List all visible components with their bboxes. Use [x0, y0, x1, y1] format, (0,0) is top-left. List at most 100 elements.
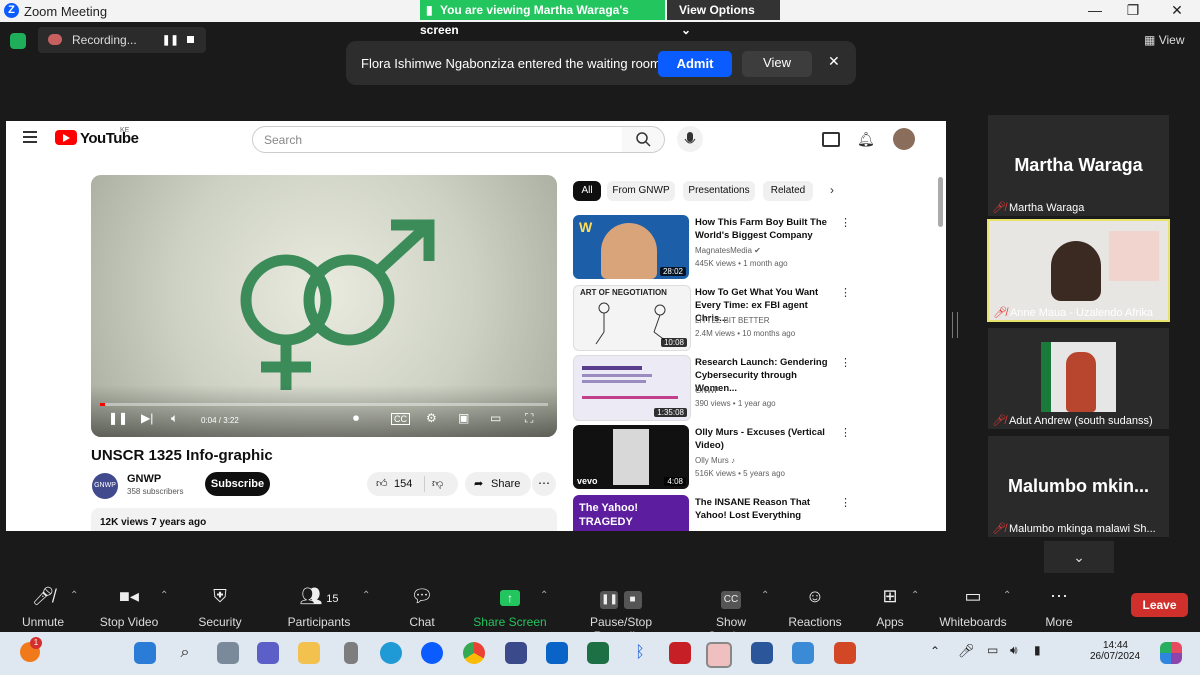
- task-view-icon[interactable]: [217, 642, 239, 664]
- system-clock[interactable]: 14:44 26/07/2024: [1090, 640, 1140, 662]
- recommendation-thumbnail[interactable]: W 28:02: [573, 215, 689, 279]
- chat-button[interactable]: 💬︎ Chat: [382, 584, 462, 629]
- pause-recording-button[interactable]: ❚❚: [162, 35, 179, 46]
- recommendation-thumbnail[interactable]: ART OF NEGOTIATION 10:08: [573, 285, 691, 351]
- hamburger-menu-icon[interactable]: [23, 131, 37, 146]
- teams-icon[interactable]: [257, 642, 279, 664]
- chip-presentations[interactable]: Presentations: [683, 181, 755, 201]
- dev-tool-icon[interactable]: [505, 642, 527, 664]
- reactions-button[interactable]: ☺︎ Reactions: [775, 584, 855, 629]
- security-button[interactable]: ⛨ Security: [180, 584, 260, 629]
- description-box[interactable]: 12K views 7 years ago: [91, 508, 557, 531]
- pause-button[interactable]: ❚❚: [108, 411, 128, 425]
- chip-related[interactable]: Related: [763, 181, 813, 201]
- stop-video-button[interactable]: ■◂ Stop Video: [89, 584, 169, 629]
- stop-recording-button[interactable]: [187, 36, 194, 43]
- excel-icon[interactable]: [587, 642, 609, 664]
- search-input[interactable]: Search: [252, 126, 624, 153]
- zoom-icon[interactable]: [421, 642, 443, 664]
- page-scrollbar[interactable]: [938, 177, 943, 227]
- speaker-icon[interactable]: 🔊︎: [1010, 643, 1018, 658]
- view-waiting-room-button[interactable]: View: [742, 51, 812, 77]
- create-icon[interactable]: [822, 132, 840, 147]
- kebab-menu-icon[interactable]: ⋮: [840, 286, 851, 299]
- leave-button[interactable]: Leave: [1131, 593, 1188, 617]
- view-options-button[interactable]: View Options ⌄: [667, 0, 780, 37]
- chrome-icon[interactable]: [463, 642, 485, 664]
- recommendation-channel[interactable]: LITTLE BIT BETTER: [695, 316, 770, 325]
- recommendation-title[interactable]: How This Farm Boy Built The World's Bigg…: [695, 216, 833, 242]
- fullscreen-icon[interactable]: ⛶: [525, 411, 533, 426]
- participants-button[interactable]: 👥︎ 15 Participants: [279, 584, 359, 629]
- youtube-brand[interactable]: YouTube: [80, 130, 139, 147]
- network-icon[interactable]: ▭: [987, 643, 998, 657]
- acrobat-icon[interactable]: [669, 642, 691, 664]
- recommendation-title[interactable]: The INSANE Reason That Yahoo! Lost Every…: [695, 496, 833, 522]
- participant-tile-adut-andrew[interactable]: 🎤︎̸ Adut Andrew (south sudanss): [988, 328, 1169, 429]
- gallery-resize-handle[interactable]: [952, 312, 958, 338]
- recommendation-thumbnail[interactable]: vevo 4:08: [573, 425, 689, 489]
- voice-search-button[interactable]: [677, 126, 703, 152]
- like-count[interactable]: 154: [394, 478, 412, 490]
- minimize-button[interactable]: —: [1080, 2, 1110, 18]
- file-explorer-icon[interactable]: [298, 642, 320, 664]
- next-video-button[interactable]: ▶|: [141, 411, 153, 425]
- copilot-icon[interactable]: [1160, 642, 1182, 664]
- audio-options-caret[interactable]: ⌃: [70, 590, 78, 601]
- close-window-button[interactable]: ✕: [1162, 2, 1192, 19]
- bluetooth-icon[interactable]: ᛒ: [629, 642, 651, 664]
- gallery-scroll-down-button[interactable]: ⌄: [1044, 541, 1114, 573]
- outlook-icon[interactable]: [546, 642, 568, 664]
- more-actions-button[interactable]: ⋯: [532, 472, 556, 496]
- whiteboards-options-caret[interactable]: ⌃: [1003, 590, 1011, 601]
- youtube-logo-icon[interactable]: [55, 130, 77, 145]
- chip-from-gnwp[interactable]: From GNWP: [607, 181, 675, 201]
- maximize-button[interactable]: ❐: [1118, 2, 1148, 19]
- edge-icon[interactable]: [380, 642, 402, 664]
- volume-icon[interactable]: 🔈︎: [171, 411, 178, 426]
- kebab-menu-icon[interactable]: ⋮: [840, 216, 851, 229]
- share-options-caret[interactable]: ⌃: [540, 590, 548, 601]
- captions-options-caret[interactable]: ⌃: [761, 590, 769, 601]
- admit-button[interactable]: Admit: [658, 51, 732, 77]
- participants-options-caret[interactable]: ⌃: [362, 590, 370, 601]
- settings-gear-icon[interactable]: ⚙︎: [426, 411, 437, 425]
- theater-mode-icon[interactable]: ▭: [490, 411, 501, 425]
- channel-name[interactable]: GNWP: [127, 473, 161, 485]
- video-options-caret[interactable]: ⌃: [160, 590, 168, 601]
- kebab-menu-icon[interactable]: ⋮: [840, 496, 851, 509]
- like-thumb-icon[interactable]: 👍︎: [376, 477, 388, 490]
- photos-icon[interactable]: [792, 642, 814, 664]
- kebab-menu-icon[interactable]: ⋮: [840, 356, 851, 369]
- microphone-tray-icon[interactable]: 🎤︎: [958, 643, 975, 659]
- search-icon[interactable]: ⌕: [174, 642, 196, 664]
- windows-start-icon[interactable]: [134, 642, 156, 664]
- encryption-shield-icon[interactable]: [10, 33, 26, 49]
- notifications-bell-icon[interactable]: 🔔︎: [857, 131, 875, 148]
- recommendation-channel[interactable]: MagnatesMedia ✔: [695, 246, 761, 255]
- captions-icon[interactable]: CC: [391, 413, 410, 425]
- apps-options-caret[interactable]: ⌃: [911, 590, 919, 601]
- recommendation-thumbnail[interactable]: 1:35:08: [573, 355, 691, 421]
- recommendation-channel[interactable]: GNWP: [695, 386, 720, 395]
- channel-avatar[interactable]: GNWP: [92, 473, 118, 499]
- powerpoint-icon[interactable]: [834, 642, 856, 664]
- participant-tile-martha-waraga[interactable]: Martha Waraga 🎤︎̸ Martha Waraga: [988, 115, 1169, 216]
- recommendation-channel[interactable]: Olly Murs ♪: [695, 456, 735, 465]
- account-avatar[interactable]: [893, 128, 915, 150]
- kebab-menu-icon[interactable]: ⋮: [840, 426, 851, 439]
- autoplay-toggle[interactable]: ⏺︎: [353, 411, 359, 426]
- more-button[interactable]: ⋯ More: [1019, 584, 1099, 629]
- usb-device-icon[interactable]: [344, 642, 358, 664]
- progress-bar[interactable]: [100, 403, 548, 406]
- battery-icon[interactable]: ▮: [1034, 643, 1041, 657]
- miniplayer-icon[interactable]: ▣: [458, 411, 469, 425]
- whiteboards-button[interactable]: ▭ Whiteboards: [933, 584, 1013, 629]
- search-button[interactable]: [622, 126, 665, 153]
- recommendation-title[interactable]: Olly Murs - Excuses (Vertical Video): [695, 426, 833, 452]
- share-screen-button[interactable]: ↑ Share Screen: [470, 584, 550, 629]
- participant-tile-malumbo-mkinga[interactable]: Malumbo mkin... 🎤︎̸ Malumbo mkinga malawi…: [988, 436, 1169, 537]
- video-player[interactable]: ❚❚ ▶| 🔈︎ 0:04 / 3:22 ⏺︎ CC ⚙︎ ▣ ▭ ⛶: [91, 175, 557, 437]
- word-icon[interactable]: [751, 642, 773, 664]
- subscribe-button[interactable]: Subscribe: [205, 472, 270, 496]
